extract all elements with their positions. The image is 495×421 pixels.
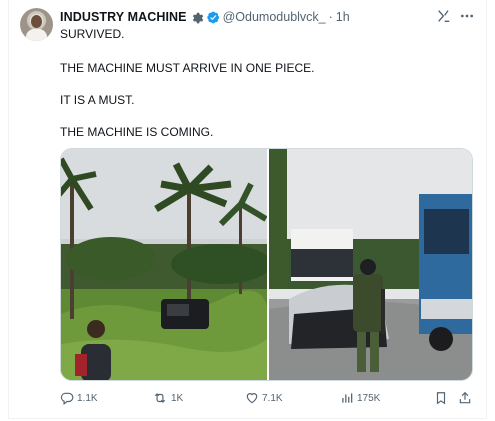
author-handle[interactable]: @Odumodublvck_: [223, 10, 326, 24]
repost-icon: [152, 391, 168, 405]
text-line: THE MACHINE MUST ARRIVE IN ONE PIECE.: [60, 61, 315, 75]
reply-button[interactable]: 1.1K: [60, 391, 98, 405]
share-button[interactable]: [458, 391, 472, 405]
share-icon: [458, 391, 472, 405]
author-name[interactable]: INDUSTRY MACHINE: [60, 10, 187, 24]
photo-crash-truck[interactable]: [269, 149, 472, 380]
text-line: SURVIVED.: [60, 27, 125, 41]
repost-count: 1K: [171, 392, 184, 404]
like-button[interactable]: 7.1K: [245, 391, 283, 405]
gear-icon: [191, 11, 204, 24]
reply-icon: [60, 391, 74, 405]
verified-badge-icon: [206, 11, 220, 24]
more-icon[interactable]: [459, 8, 475, 29]
reply-count: 1.1K: [77, 392, 98, 404]
text-line: IT IS A MUST.: [60, 93, 135, 107]
grok-icon[interactable]: [436, 8, 452, 29]
heart-icon: [245, 391, 259, 405]
repost-button[interactable]: 1K: [152, 391, 183, 405]
views-count: 175K: [357, 392, 381, 404]
views-button[interactable]: 175K: [340, 391, 380, 405]
avatar[interactable]: [20, 8, 53, 41]
bookmark-button[interactable]: [434, 391, 448, 405]
bookmark-icon: [434, 391, 448, 405]
views-icon: [340, 391, 354, 405]
post-time[interactable]: 1h: [336, 10, 350, 24]
media-grid: [60, 148, 473, 381]
photo-crash-bush[interactable]: [61, 149, 267, 380]
like-count: 7.1K: [262, 392, 283, 404]
post-header: INDUSTRY MACHINE @Odumodublvck_ · 1h: [60, 9, 350, 25]
text-line: THE MACHINE IS COMING.: [60, 125, 214, 139]
separator-dot: ·: [328, 10, 333, 24]
action-bar: 1.1K 1K 7.1K 175K: [60, 391, 475, 409]
